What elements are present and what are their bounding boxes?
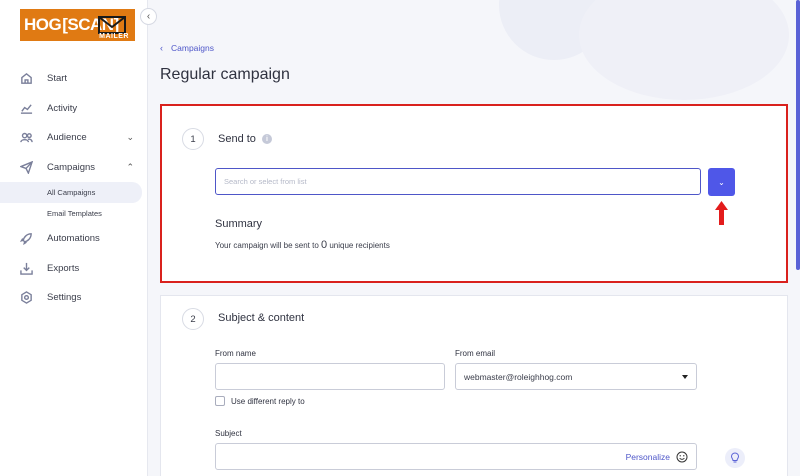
recipient-dropdown-button[interactable]: ⌄ [708,168,735,196]
sidebar-item-exports[interactable]: Exports [0,254,148,284]
reply-to-label[interactable]: Use different reply to [231,397,305,406]
breadcrumb[interactable]: ‹ Campaigns [160,43,214,53]
subject-label: Subject [215,429,242,438]
emoji-icon[interactable] [676,451,688,463]
sidebar-item-label: Settings [47,292,82,304]
personalize-link[interactable]: Personalize [626,452,670,462]
sidebar-item-start[interactable]: Start [0,64,148,94]
summary-text: Your campaign will be sent to 0 unique r… [215,239,390,251]
home-icon [20,72,33,85]
recipient-search-input[interactable]: Search or select from list [215,168,701,195]
from-name-field[interactable] [215,363,445,390]
red-arrow-up-icon [715,201,728,225]
logo-mailer-text: MAILER [99,33,129,40]
sidebar-item-automations[interactable]: Automations [0,224,148,254]
sidebar-item-label: Start [47,73,68,85]
summary-suffix: unique recipients [329,241,390,250]
from-name-label: From name [215,349,256,358]
chevron-down-icon: ⌄ [718,177,725,187]
lightbulb-icon[interactable] [725,448,745,468]
sidebar-collapse-button[interactable]: ‹ [140,8,157,25]
send-icon [20,160,33,174]
from-email-label: From email [455,349,496,358]
scrollbar[interactable] [796,0,800,270]
rocket-icon [20,232,33,246]
subject-content-title: Subject & content [218,312,305,324]
chart-icon [20,102,33,115]
breadcrumb-campaigns[interactable]: Campaigns [171,43,214,53]
section-title: Send to i [218,133,272,145]
sidebar-subitem-email-templates[interactable]: Email Templates [0,203,148,224]
sidebar-item-label: Exports [47,262,80,274]
chevron-up-icon[interactable]: ⌃ [126,162,134,173]
send-to-section: 1 Send to i Search or select from list ⌄ … [160,104,788,283]
chevron-down-icon[interactable]: ⌄ [126,132,134,143]
reply-to-checkbox[interactable] [215,396,225,406]
sidebar-subitem-all-campaigns[interactable]: All Campaigns [0,182,142,203]
page-title: Regular campaign [160,66,290,83]
gear-icon [20,291,33,305]
logo-hog-text: HOG [24,15,62,34]
sidebar-item-activity[interactable]: Activity [0,94,148,124]
summary-prefix: Your campaign will be sent to [215,241,319,250]
step-number: 2 [182,308,204,330]
sidebar-item-audience[interactable]: Audience ⌄ [0,123,148,153]
hogscan-logo[interactable]: HOG [SCAN] MAILER [20,9,135,41]
subject-content-section: 2 Subject & content From name From email… [160,295,788,476]
info-icon[interactable]: i [261,134,272,145]
send-to-title: Send to [218,133,256,145]
main-content: ‹ Campaigns Regular campaign 1 Send to i … [149,0,800,476]
from-email-select[interactable]: webmaster@roleighhog.com [455,363,697,390]
sidebar-item-label: Audience [47,132,87,144]
sidebar-nav: Start Activity Audience ⌄ Campaigns ⌃ Al… [0,64,148,313]
sidebar-item-campaigns[interactable]: Campaigns ⌃ [0,153,148,183]
subject-input[interactable]: Personalize [215,443,697,470]
caret-down-icon [682,375,688,379]
sidebar-item-label: Activity [47,102,78,114]
download-icon [20,262,33,275]
lightbulb-glyph [730,452,740,463]
sidebar-item-label: Campaigns [47,161,96,173]
recipient-count: 0 [321,239,328,251]
sidebar: HOG [SCAN] MAILER Start Activity Audienc… [0,0,148,476]
chevron-left-icon: ‹ [146,11,151,22]
step-number: 1 [182,128,204,150]
decorative-circle [579,0,789,100]
sidebar-item-settings[interactable]: Settings [0,283,148,313]
sidebar-item-label: Automations [47,233,100,245]
from-email-value: webmaster@roleighhog.com [464,371,573,382]
chevron-left-icon: ‹ [160,43,163,53]
summary-title: Summary [215,218,263,230]
users-icon [20,131,33,144]
